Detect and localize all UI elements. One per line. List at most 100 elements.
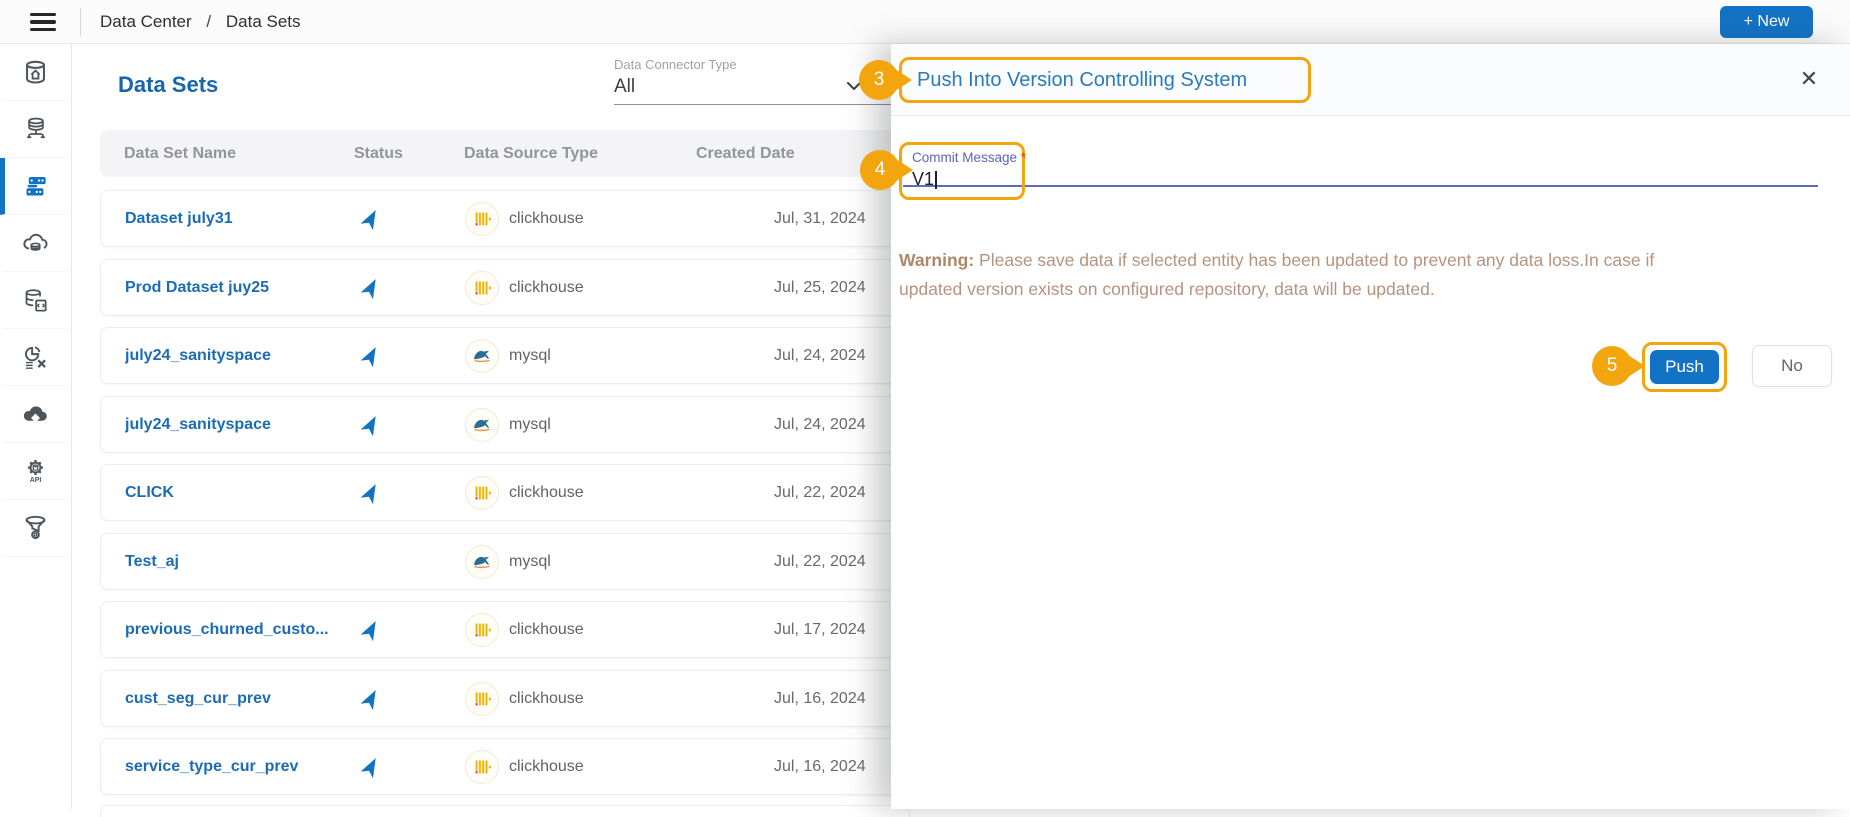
- status-published-icon: [359, 618, 383, 642]
- sidebar-item-api-gateway[interactable]: API: [0, 443, 71, 500]
- top-bar: Data Center / Data Sets + New: [0, 0, 1850, 44]
- page-title: Data Sets: [118, 72, 219, 97]
- data-cleanup-icon: [22, 344, 49, 371]
- api-gateway-icon: API: [22, 458, 49, 485]
- clickhouse-icon: [465, 271, 499, 305]
- table-row: cust_seg_cur_prev clickhouse Jul, 16, 2024: [100, 670, 910, 727]
- table-row: Prod Dataset juy25 clickhouse Jul, 25, 202…: [100, 259, 910, 316]
- source-type-label: clickhouse: [509, 484, 584, 501]
- sidebar-item-dataset-code[interactable]: [0, 272, 71, 329]
- created-date: Jul, 16, 2024: [774, 758, 866, 775]
- cloud-database-icon: [22, 230, 49, 257]
- dataset-name-link[interactable]: july24_sanityspace: [125, 397, 271, 452]
- source-type-label: mysql: [509, 347, 551, 364]
- push-version-panel: Push Into Version Controlling System ✕ C…: [891, 44, 1850, 809]
- dataset-name-link[interactable]: july24_sanityspace: [125, 328, 271, 383]
- sidebar-item-data-cleanup[interactable]: [0, 329, 71, 386]
- data-center-home-icon: [22, 59, 49, 86]
- sidebar-item-data-sets[interactable]: [0, 158, 71, 215]
- created-date: Jul, 25, 2024: [774, 279, 866, 296]
- dataset-name-link[interactable]: Dataset july31: [125, 191, 233, 246]
- source-type-label: clickhouse: [509, 690, 584, 707]
- clickhouse-icon: [465, 202, 499, 236]
- dataset-name-link[interactable]: Prod Dataset juy25: [125, 260, 269, 315]
- callout-step-3: 3: [859, 60, 899, 100]
- dataset-name-link[interactable]: CLICK: [125, 465, 174, 520]
- table-row-partial: [100, 805, 910, 817]
- clickhouse-icon: [465, 613, 499, 647]
- mysql-icon: [465, 545, 499, 579]
- created-date: Jul, 24, 2024: [774, 347, 866, 364]
- table-row: Dataset july31 clickhouse Jul, 31, 2024: [100, 190, 910, 247]
- dataset-code-icon: [22, 287, 49, 314]
- column-header-name: Data Set Name: [124, 145, 237, 162]
- table-row: Test_aj mysql Jul, 22, 2024: [100, 533, 910, 590]
- created-date: Jul, 16, 2024: [774, 690, 866, 707]
- source-type-label: mysql: [509, 416, 551, 433]
- data-sets-icon: [22, 173, 49, 200]
- data-pipeline-icon: [22, 515, 49, 542]
- svg-text:API: API: [30, 477, 42, 484]
- status-published-icon: [359, 481, 383, 505]
- dataset-name-link[interactable]: previous_churned_custo...: [125, 602, 329, 657]
- sidebar-item-database-connections[interactable]: [0, 101, 71, 158]
- source-type-label: clickhouse: [509, 758, 584, 775]
- source-type-label: clickhouse: [509, 621, 584, 638]
- sidebar: API: [0, 44, 72, 809]
- commit-message-label: Commit Message *: [912, 150, 1027, 165]
- no-button[interactable]: No: [1752, 345, 1832, 387]
- panel-title: Push Into Version Controlling System: [917, 69, 1248, 91]
- sidebar-item-data-pipeline[interactable]: [0, 500, 71, 557]
- commit-input-underline: [903, 185, 1818, 187]
- breadcrumb-data-sets[interactable]: Data Sets: [226, 12, 301, 31]
- connector-type-filter-value[interactable]: All: [614, 76, 635, 98]
- sidebar-item-data-center-home[interactable]: [0, 44, 71, 101]
- push-button[interactable]: Push: [1650, 350, 1719, 384]
- commit-highlight-box: Commit Message * V1: [899, 142, 1027, 200]
- created-date: Jul, 22, 2024: [774, 484, 866, 501]
- source-type-label: mysql: [509, 553, 551, 570]
- clickhouse-icon: [465, 476, 499, 510]
- created-date: Jul, 17, 2024: [774, 621, 866, 638]
- sidebar-item-cloud-lakehouse[interactable]: [0, 386, 71, 443]
- table-row: july24_sanityspace mysql Jul, 24, 2024: [100, 327, 910, 384]
- status-published-icon: [359, 276, 383, 300]
- created-date: Jul, 22, 2024: [774, 553, 866, 570]
- clickhouse-icon: [465, 750, 499, 784]
- column-header-status: Status: [354, 145, 403, 162]
- warning-text: Warning: Please save data if selected en…: [899, 250, 1655, 299]
- new-button[interactable]: + New: [1720, 6, 1813, 38]
- dataset-name-link[interactable]: cust_seg_cur_prev: [125, 671, 271, 726]
- cloud-lakehouse-icon: [22, 401, 49, 428]
- warning-label: Warning:: [899, 250, 975, 270]
- source-type-label: clickhouse: [509, 279, 584, 296]
- connector-type-filter-label: Data Connector Type: [614, 57, 737, 72]
- hamburger-menu-icon[interactable]: [30, 13, 56, 31]
- close-icon[interactable]: ✕: [1796, 66, 1822, 92]
- callout-step-4: 4: [860, 150, 900, 190]
- title-highlight-box: Push Into Version Controlling System: [899, 57, 1311, 103]
- table-row: july24_sanityspace mysql Jul, 24, 2024: [100, 396, 910, 453]
- table-row: service_type_cur_prev clickhouse Jul, 16, …: [100, 738, 910, 795]
- divider: [80, 8, 81, 36]
- created-date: Jul, 24, 2024: [774, 416, 866, 433]
- source-type-label: clickhouse: [509, 210, 584, 227]
- table-header-row: Data Set Name Status Data Source Type Cr…: [100, 130, 910, 177]
- clickhouse-icon: [465, 682, 499, 716]
- breadcrumb: Data Center / Data Sets: [100, 0, 301, 44]
- dataset-name-link[interactable]: service_type_cur_prev: [125, 739, 298, 794]
- breadcrumb-separator: /: [206, 12, 212, 31]
- dataset-name-link[interactable]: Test_aj: [125, 534, 179, 589]
- status-published-icon: [359, 755, 383, 779]
- column-header-created-date: Created Date: [696, 145, 795, 162]
- text-cursor: [935, 171, 937, 190]
- callout-step-5: 5: [1592, 346, 1632, 386]
- status-published-icon: [359, 413, 383, 437]
- database-connections-icon: [23, 116, 49, 142]
- commit-message-input[interactable]: V1: [912, 169, 937, 190]
- mysql-icon: [465, 408, 499, 442]
- sidebar-item-cloud-database[interactable]: [0, 215, 71, 272]
- breadcrumb-data-center[interactable]: Data Center: [100, 12, 192, 31]
- created-date: Jul, 31, 2024: [774, 210, 866, 227]
- mysql-icon: [465, 339, 499, 373]
